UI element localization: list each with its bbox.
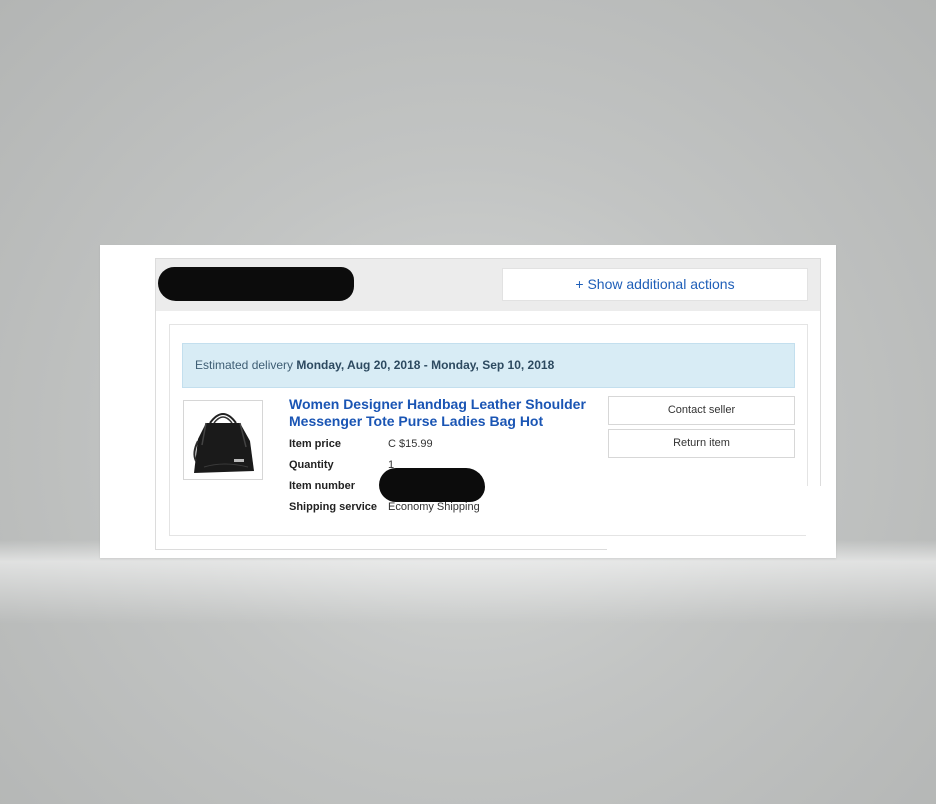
order-panel: + Show additional actions Estimated deli…: [155, 258, 821, 550]
handbag-icon: [193, 413, 254, 473]
item-card: Estimated delivery Monday, Aug 20, 2018 …: [169, 324, 808, 536]
return-item-button[interactable]: Return item: [608, 429, 795, 458]
quantity-label: Quantity: [289, 459, 334, 471]
redacted-item-number: [379, 468, 485, 502]
shipping-service-label: Shipping service: [289, 501, 378, 513]
item-price-label: Item price: [289, 438, 341, 450]
background-floor: [0, 540, 936, 660]
edge-wash: [607, 536, 836, 558]
item-price-value: C $15.99: [388, 438, 433, 450]
show-additional-actions-button[interactable]: + Show additional actions: [502, 268, 808, 301]
item-number-label: Item number: [289, 480, 356, 492]
redacted-seller-name: [158, 267, 354, 301]
item-title-link[interactable]: Women Designer Handbag Leather Shoulder …: [289, 396, 599, 430]
delivery-label: Estimated delivery: [195, 358, 294, 372]
handbag-image[interactable]: [183, 400, 263, 480]
order-header: + Show additional actions: [156, 259, 820, 311]
delivery-dates: Monday, Aug 20, 2018 - Monday, Sep 10, 2…: [296, 358, 555, 372]
estimated-delivery-banner: Estimated delivery Monday, Aug 20, 2018 …: [182, 343, 795, 388]
shipping-service-value: Economy Shipping: [388, 501, 480, 513]
contact-seller-button[interactable]: Contact seller: [608, 396, 795, 425]
